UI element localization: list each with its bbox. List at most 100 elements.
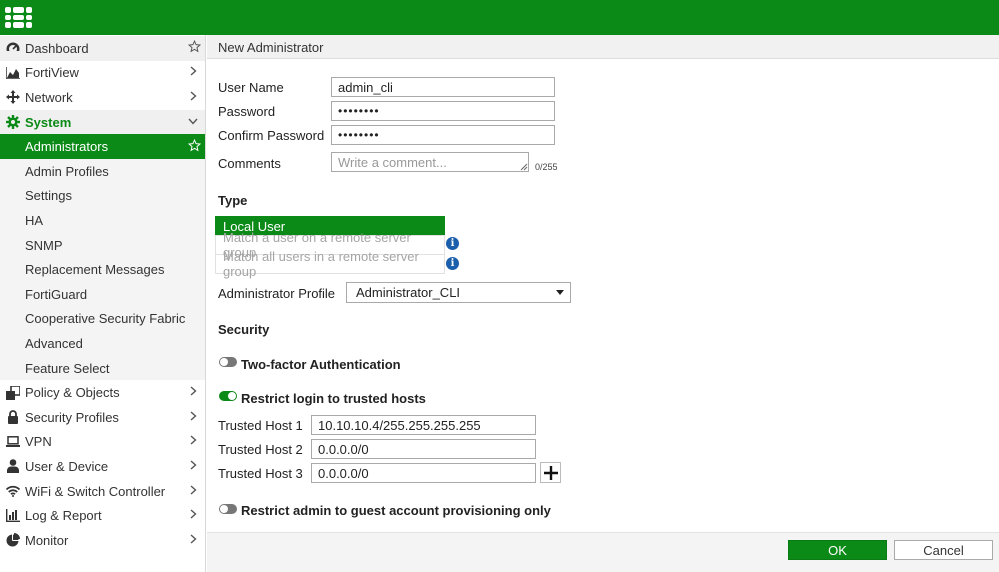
sidebar-item-fortiguard[interactable]: FortiGuard [0, 282, 205, 307]
sidebar-item-fortiview[interactable]: FortiView [0, 60, 205, 86]
sidebar-item-label: Monitor [25, 532, 69, 548]
sidebar-item-network[interactable]: Network [0, 85, 205, 110]
admin-profile-select[interactable]: Administrator_CLI [346, 282, 571, 303]
bar-chart-icon [6, 509, 20, 523]
trusted-host-2-label: Trusted Host 2 [218, 442, 303, 457]
sidebar-item-label: HA [25, 212, 44, 228]
chevron-right-icon [188, 435, 198, 448]
sidebar-item-label: Cooperative Security Fabric [25, 311, 186, 327]
sidebar-item-user-device[interactable]: User & Device [0, 454, 205, 479]
chevron-right-icon [188, 509, 198, 522]
sidebar-item-label: VPN [25, 434, 52, 450]
sidebar-item-label: User & Device [25, 458, 109, 474]
laptop-icon [6, 435, 20, 449]
sidebar-item-replacement-messages[interactable]: Replacement Messages [0, 257, 205, 282]
fortiview-icon [6, 66, 20, 80]
sidebar-item-settings[interactable]: Settings [0, 183, 205, 209]
sidebar-item-label: SNMP [25, 237, 63, 253]
sidebar-item-vpn[interactable]: VPN [0, 429, 205, 455]
sidebar-item-cooperative-security-fabric[interactable]: Cooperative Security Fabric [0, 306, 205, 332]
chevron-right-icon [188, 534, 198, 547]
fortinet-logo-icon[interactable] [5, 7, 32, 28]
confirm-password-input[interactable]: •••••••• [331, 125, 555, 145]
username-label: User Name [218, 80, 284, 95]
sidebar-item-policy-objects[interactable]: Policy & Objects [0, 380, 205, 405]
sidebar-item-security-profiles[interactable]: Security Profiles [0, 405, 205, 430]
sidebar-item-label: Dashboard [25, 40, 89, 56]
dashboard-icon [6, 41, 20, 55]
sidebar-item-monitor[interactable]: Monitor [0, 528, 205, 553]
top-bar [0, 0, 999, 35]
page-title: New Administrator [218, 40, 324, 55]
sidebar-item-label: FortiView [25, 65, 79, 81]
policy-icon [6, 385, 20, 400]
chevron-right-icon [188, 411, 198, 424]
sidebar-item-label: Admin Profiles [25, 163, 109, 179]
chevron-right-icon [188, 66, 198, 79]
wifi-icon [6, 484, 20, 498]
cancel-button[interactable]: Cancel [894, 540, 993, 560]
security-heading: Security [218, 322, 270, 337]
chevron-right-icon [188, 386, 198, 399]
guest-provisioning-toggle[interactable] [219, 504, 237, 514]
chevron-right-icon [188, 91, 198, 104]
comments-label: Comments [218, 156, 281, 171]
two-factor-label: Two-factor Authentication [241, 357, 401, 372]
add-trusted-host-button[interactable] [540, 462, 561, 483]
plus-icon [543, 465, 558, 480]
trusted-host-2-input[interactable]: 0.0.0.0/0 [311, 439, 536, 459]
type-option-remote-group-all[interactable]: Match all users in a remote server group [215, 249, 445, 279]
lock-icon [6, 410, 20, 425]
caret-down-icon [556, 290, 564, 295]
chevron-right-icon [188, 460, 198, 473]
confirm-password-label: Confirm Password [218, 128, 325, 143]
sidebar-item-label: Advanced [25, 335, 83, 351]
sidebar-item-label: FortiGuard [25, 286, 88, 302]
gear-icon [6, 115, 20, 130]
trusted-host-1-input[interactable]: 10.10.10.4/255.255.255.255 [311, 415, 536, 435]
sidebar-item-label: Log & Report [25, 508, 102, 524]
sidebar-item-log-report[interactable]: Log & Report [0, 503, 205, 528]
pie-chart-icon [6, 533, 20, 547]
resize-grip-icon[interactable] [520, 163, 528, 171]
sidebar-item-admin-profiles[interactable]: Admin Profiles [0, 159, 205, 184]
comments-counter: 0/255 [535, 162, 558, 172]
sidebar-item-advanced[interactable]: Advanced [0, 331, 205, 356]
sidebar-item-feature-select[interactable]: Feature Select [0, 355, 205, 381]
password-label: Password [218, 104, 276, 119]
sidebar-item-dashboard[interactable]: Dashboard [0, 36, 205, 61]
star-icon[interactable] [187, 40, 202, 56]
sidebar-item-label: Policy & Objects [25, 385, 120, 401]
comments-textarea[interactable]: Write a comment... [331, 152, 529, 172]
trusted-host-3-input[interactable]: 0.0.0.0/0 [311, 463, 536, 483]
sidebar-item-snmp[interactable]: SNMP [0, 232, 205, 258]
sidebar-item-label: Administrators [25, 139, 109, 155]
chevron-right-icon [188, 485, 198, 498]
two-factor-toggle[interactable] [219, 357, 237, 367]
sidebar-item-wifi-switch-controller[interactable]: WiFi & Switch Controller [0, 478, 205, 504]
restrict-trusted-hosts-toggle[interactable] [219, 391, 237, 401]
page-header: New Administrator [207, 35, 999, 59]
sidebar-item-system[interactable]: System [0, 109, 205, 135]
trusted-host-3-label: Trusted Host 3 [218, 466, 303, 481]
ok-button[interactable]: OK [788, 540, 887, 560]
info-icon[interactable]: i [446, 257, 459, 270]
sidebar-item-label: Feature Select [25, 360, 110, 376]
admin-profile-label: Administrator Profile [218, 286, 336, 301]
restrict-trusted-hosts-label: Restrict login to trusted hosts [241, 391, 426, 406]
sidebar-item-label: Settings [25, 188, 72, 204]
info-icon[interactable]: i [446, 237, 459, 250]
sidebar-item-label: System [25, 114, 72, 130]
type-heading: Type [218, 193, 248, 208]
type-selector: Local User Match a user on a remote serv… [215, 216, 445, 279]
trusted-host-1-label: Trusted Host 1 [218, 418, 303, 433]
chevron-down-icon [188, 116, 198, 128]
sidebar-item-administrators[interactable]: Administrators [0, 134, 205, 159]
sidebar-item-label: Network [25, 89, 73, 105]
user-icon [6, 459, 20, 474]
star-icon[interactable] [187, 138, 202, 155]
sidebar-item-label: WiFi & Switch Controller [25, 483, 166, 499]
username-input[interactable]: admin_cli [331, 77, 555, 97]
sidebar-item-ha[interactable]: HA [0, 208, 205, 233]
password-input[interactable]: •••••••• [331, 101, 555, 121]
